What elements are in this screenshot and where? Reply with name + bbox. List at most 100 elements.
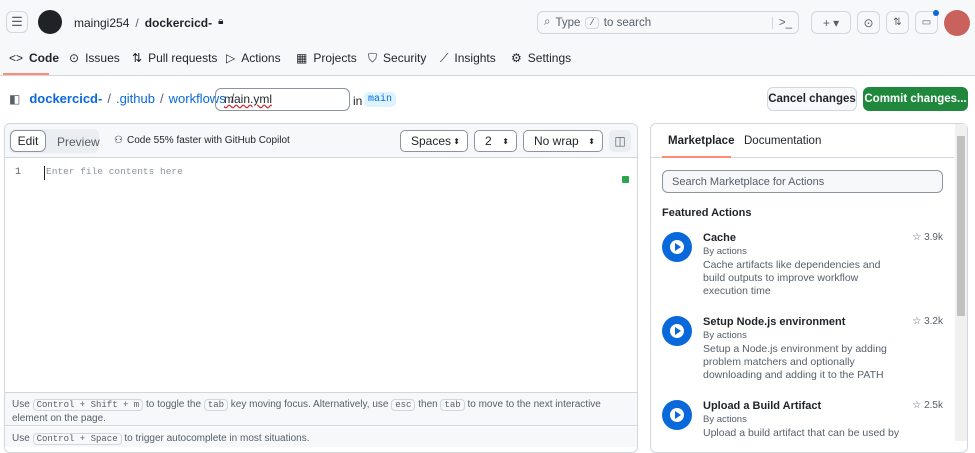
- action-item[interactable]: Upload a Build Artifact By actions Uploa…: [662, 400, 947, 445]
- select-arrows-icon: ⬍: [588, 136, 595, 146]
- active-tab-underline: [662, 156, 731, 158]
- lock-icon: 🔒︎: [218, 16, 224, 27]
- cancel-changes-button[interactable]: Cancel changes: [767, 87, 857, 111]
- shield-icon: ⛉: [368, 50, 378, 65]
- copilot-promo-text: Code 55% faster with GitHub Copilot: [126, 135, 290, 146]
- action-stars: ☆ 2.5k: [912, 400, 943, 411]
- marketplace-search-input[interactable]: Search Marketplace for Actions: [662, 170, 943, 193]
- autocomplete-help-note: Use Control + Space to trigger autocompl…: [5, 427, 637, 447]
- owner-link[interactable]: maingi254: [74, 16, 129, 30]
- featured-actions-heading: Featured Actions: [662, 207, 752, 219]
- inbox-icon: ▭: [921, 17, 932, 28]
- file-tree-toggle-icon[interactable]: ◧: [9, 92, 20, 106]
- pull-requests-button[interactable]: ⇅: [886, 11, 909, 34]
- action-play-icon: [662, 400, 692, 430]
- wrap-mode-value: No wrap: [534, 134, 579, 148]
- tab-label: Actions: [241, 51, 281, 65]
- plus-icon: + ▾: [822, 15, 840, 30]
- select-arrows-icon: ⬍: [502, 136, 509, 146]
- star-icon: ☆: [912, 400, 922, 411]
- gear-icon: ⚙: [511, 51, 522, 65]
- action-description: Upload a build artifact that can be used…: [703, 427, 900, 439]
- breadcrumb-separator: /: [160, 91, 164, 106]
- tab-label: Insights: [454, 51, 496, 65]
- action-play-icon: [662, 232, 692, 262]
- tab-marketplace[interactable]: Marketplace: [668, 135, 734, 147]
- tab-insights[interactable]: ⟋ Insights: [440, 50, 496, 66]
- tab-code[interactable]: <> Code: [9, 50, 59, 66]
- tab-actions[interactable]: ▷ Actions: [226, 50, 281, 66]
- play-icon: ▷: [226, 51, 236, 65]
- preview-tab[interactable]: Preview: [57, 135, 100, 149]
- avatar[interactable]: [944, 10, 970, 36]
- tab-label: Code: [29, 51, 60, 65]
- breadcrumb-separator: /: [107, 91, 111, 106]
- sidebar-expand-icon: ◫: [614, 134, 626, 148]
- pull-request-icon: ⇅: [132, 51, 143, 65]
- tab-issues[interactable]: ⊙ Issues: [69, 50, 120, 66]
- star-icon: ☆: [912, 316, 922, 327]
- breadcrumb-repo-link[interactable]: dockercicd-: [29, 91, 102, 106]
- in-label: in: [353, 94, 363, 108]
- issue-icon: ⊙: [863, 15, 874, 30]
- table-icon: ▦: [296, 51, 308, 65]
- branch-badge: main: [364, 92, 397, 107]
- wrap-mode-select[interactable]: No wrap ⬍: [523, 130, 603, 152]
- line-number: 1: [15, 167, 22, 178]
- scrollbar-thumb[interactable]: [957, 136, 965, 316]
- tab-label: Security: [383, 51, 427, 65]
- tab-label: Settings: [527, 51, 572, 65]
- create-new-button[interactable]: + ▾: [811, 11, 851, 34]
- edit-tab[interactable]: Edit: [10, 130, 46, 152]
- menu-button[interactable]: ☰: [6, 11, 28, 33]
- code-editor-input[interactable]: Enter file contents here: [44, 166, 544, 180]
- indent-size-value: 2: [485, 134, 492, 148]
- repo-breadcrumb: maingi254/ dockercicd- 🔒︎: [74, 16, 224, 30]
- commit-changes-button[interactable]: Commit changes...: [863, 87, 968, 111]
- action-author: By actions: [703, 330, 747, 341]
- filename-input[interactable]: main.yml: [215, 88, 350, 111]
- tab-security[interactable]: ⛉ Security: [368, 50, 426, 66]
- notification-dot: [933, 10, 939, 16]
- command-palette-icon[interactable]: >_: [771, 16, 792, 29]
- search-placeholder-rest: to search: [603, 16, 652, 29]
- action-author: By actions: [703, 246, 747, 257]
- action-description: Cache artifacts like dependencies and bu…: [703, 259, 881, 297]
- hamburger-icon: ☰: [11, 14, 23, 29]
- code-icon: <>: [9, 51, 24, 65]
- search-input[interactable]: ⌕ Type / to search >_: [537, 11, 799, 34]
- action-author: By actions: [703, 414, 747, 425]
- github-logo-icon[interactable]: [38, 10, 62, 34]
- indent-mode-select[interactable]: Spaces ⬍: [400, 130, 468, 152]
- graph-icon: ⟋: [440, 50, 449, 65]
- action-title[interactable]: Setup Node.js environment: [703, 316, 845, 328]
- tab-label: Projects: [313, 51, 357, 65]
- tab-label: Issues: [85, 51, 120, 65]
- search-icon: ⌕: [544, 16, 551, 28]
- filename-value: main.yml: [224, 92, 273, 106]
- copilot-icon: ⚇: [114, 135, 123, 146]
- issues-button[interactable]: ⊙: [857, 11, 880, 34]
- select-arrows-icon: ⬍: [453, 136, 460, 146]
- keyboard-help-note: Use Control + Shift + m to toggle the ta…: [5, 392, 637, 426]
- pull-request-icon: ⇅: [893, 17, 902, 28]
- tab-pull-requests[interactable]: ⇅ Pull requests: [132, 50, 217, 66]
- toggle-sidebar-button[interactable]: ◫: [609, 130, 631, 152]
- action-item[interactable]: Cache By actions Cache artifacts like de…: [662, 232, 947, 302]
- search-placeholder: Type: [555, 16, 581, 29]
- tab-documentation[interactable]: Documentation: [744, 135, 821, 147]
- active-tab-underline: [3, 73, 49, 75]
- action-title[interactable]: Upload a Build Artifact: [703, 400, 821, 412]
- repo-link[interactable]: dockercicd-: [145, 16, 212, 30]
- star-icon: ☆: [912, 232, 922, 243]
- breadcrumb-github-link[interactable]: .github: [116, 91, 155, 106]
- action-stars: ☆ 3.9k: [912, 232, 943, 243]
- file-breadcrumb: ◧ dockercicd- / .github / workflows /: [9, 91, 234, 106]
- tab-projects[interactable]: ▦ Projects: [296, 50, 357, 66]
- copilot-promo[interactable]: ⚇ Code 55% faster with GitHub Copilot: [114, 135, 290, 146]
- action-description: Setup a Node.js environment by adding pr…: [703, 343, 887, 381]
- action-title[interactable]: Cache: [703, 232, 736, 244]
- tab-settings[interactable]: ⚙ Settings: [511, 50, 571, 66]
- action-item[interactable]: Setup Node.js environment By actions Set…: [662, 316, 947, 386]
- indent-size-select[interactable]: 2 ⬍: [474, 130, 517, 152]
